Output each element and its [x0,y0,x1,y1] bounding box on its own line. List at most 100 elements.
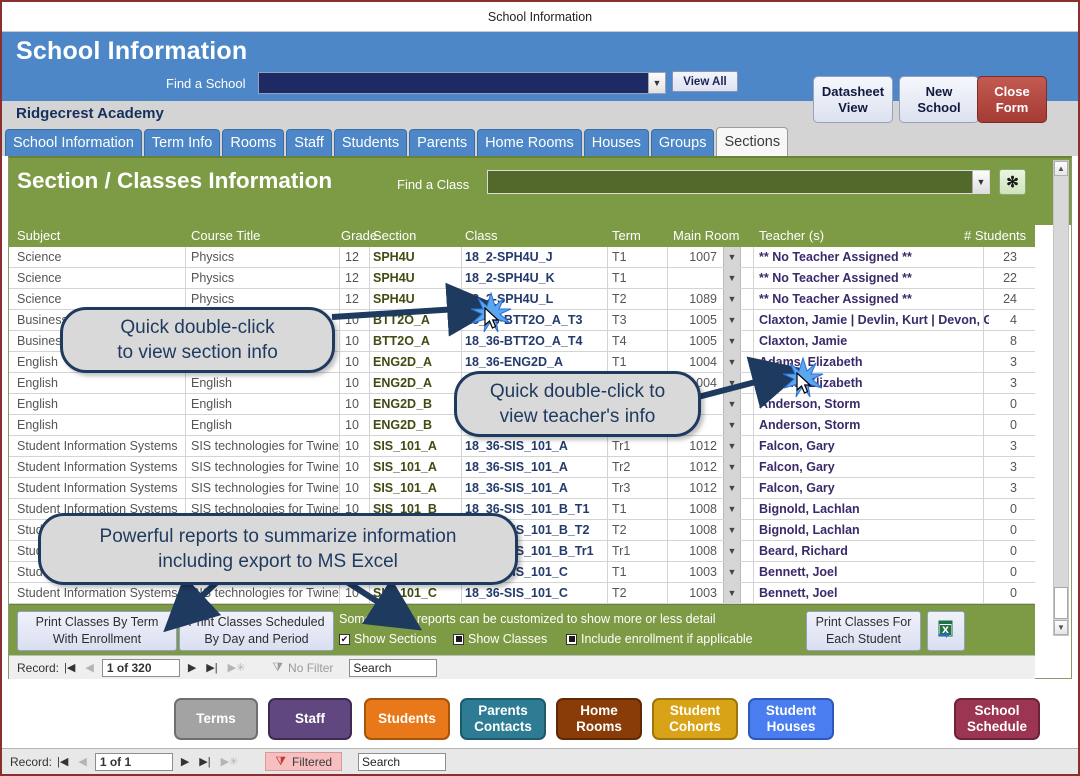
cell-term[interactable]: T2 [612,586,652,600]
cell-subject[interactable]: English [17,397,185,411]
cell-subject[interactable]: Student Information Systems [17,439,185,453]
table-row[interactable]: Science Physics 12 SPH4U 18_2-SPH4U_J T1 1007 *… [9,247,1035,268]
status-first-record-icon[interactable]: |◀ [57,755,68,768]
show-classes-checkbox-group[interactable]: Show Classes [453,632,547,646]
room-dropdown-chevron-down-icon[interactable]: ▼ [723,352,741,372]
status-next-record-icon[interactable]: ▶ [181,755,189,768]
tab-sections[interactable]: Sections [716,127,789,156]
cell-num-students[interactable]: 0 [989,586,1017,600]
status-previous-record-icon[interactable]: ◀ [78,755,86,768]
cell-section[interactable]: SIS_101_A [373,460,459,474]
nav-button-home-rooms[interactable]: Home Rooms [556,698,642,740]
cell-num-students[interactable]: 3 [989,376,1017,390]
cell-term[interactable]: Tr3 [612,481,652,495]
table-row[interactable]: Science Physics 12 SPH4U 18_2-SPH4U_K T1 ** No… [9,268,1035,289]
cell-class[interactable]: 18_2-SPH4U_J [465,250,605,264]
room-dropdown-chevron-down-icon[interactable]: ▼ [723,436,741,456]
column-header-students[interactable]: # Students [964,228,1026,243]
show-sections-checkbox-group[interactable]: Show Sections [339,632,437,646]
cell-num-students[interactable]: 3 [989,460,1017,474]
cell-main-room[interactable]: 1005 [673,313,717,327]
room-dropdown-chevron-down-icon[interactable]: ▼ [723,562,741,582]
status-search-input[interactable]: Search [358,752,447,771]
cell-grade[interactable]: 10 [345,460,369,474]
cell-grade[interactable]: 10 [345,355,369,369]
tab-parents[interactable]: Parents [409,129,476,156]
cell-teacher[interactable]: Bignold, Lachlan [759,502,989,516]
cell-num-students[interactable]: 8 [989,334,1017,348]
cell-main-room[interactable]: 1003 [673,586,717,600]
cell-subject[interactable]: Student Information Systems [17,460,185,474]
tab-home-rooms[interactable]: Home Rooms [477,129,582,156]
find-school-combobox[interactable]: ▼ [258,72,666,94]
column-header-main-room[interactable]: Main Room [673,228,739,243]
cell-subject[interactable]: Student Information Systems [17,481,185,495]
new-record-asterisk-button[interactable]: ✻ [999,169,1026,195]
cell-num-students[interactable]: 0 [989,397,1017,411]
nav-button-school-schedule[interactable]: School Schedule [954,698,1040,740]
table-row[interactable]: Student Information Systems SIS technolog… [9,478,1035,499]
scroll-down-icon[interactable]: ▼ [1054,620,1068,635]
table-vertical-scrollbar[interactable]: ▲ ▼ [1053,160,1069,636]
cell-grade[interactable]: 10 [345,397,369,411]
room-dropdown-chevron-down-icon[interactable]: ▼ [723,247,741,267]
include-enrollment-checkbox-group[interactable]: Include enrollment if applicable [566,632,753,646]
nav-button-staff[interactable]: Staff [268,698,352,740]
cell-class[interactable]: 18_36-SIS_101_C [465,586,605,600]
new-school-button[interactable]: New School [899,76,979,123]
find-class-combobox[interactable]: ▼ [487,170,990,194]
cell-course-title[interactable]: English [191,397,339,411]
scrollbar-thumb[interactable] [1054,587,1068,619]
column-header-grade[interactable]: Grade [341,228,377,243]
column-header-class[interactable]: Class [465,228,498,243]
cell-subject[interactable]: Science [17,292,185,306]
cell-term[interactable]: T4 [612,334,652,348]
cell-main-room[interactable]: 1012 [673,460,717,474]
cell-section[interactable]: ENG2D_B [373,418,459,432]
view-all-button[interactable]: View All [672,71,738,92]
cell-teacher[interactable]: Claxton, Jamie [759,334,989,348]
cell-teacher[interactable]: Bennett, Joel [759,565,989,579]
cell-subject[interactable]: Student Information Systems [17,586,185,600]
cell-course-title[interactable]: Physics [191,250,339,264]
cell-grade[interactable]: 12 [345,271,369,285]
tab-term-info[interactable]: Term Info [143,129,221,156]
cell-course-title[interactable]: Physics [191,292,339,306]
room-dropdown-chevron-down-icon[interactable]: ▼ [723,520,741,540]
cell-grade[interactable]: 10 [345,439,369,453]
status-record-position[interactable]: 1 of 1 [94,752,173,771]
cell-num-students[interactable]: 0 [989,523,1017,537]
tab-groups[interactable]: Groups [650,129,715,156]
cell-subject[interactable]: Science [17,271,185,285]
cell-course-title[interactable]: SIS technologies for Twine 2.0 [191,481,339,495]
datasheet-view-button[interactable]: Datasheet View [813,76,893,123]
cell-class[interactable]: 18_36-SIS_101_A [465,481,605,495]
cell-num-students[interactable]: 0 [989,418,1017,432]
nav-button-student-houses[interactable]: Student Houses [748,698,834,740]
room-dropdown-chevron-down-icon[interactable]: ▼ [723,331,741,351]
new-record-icon[interactable]: ▶✳ [228,661,246,674]
close-form-button[interactable]: Close Form [977,76,1047,123]
nav-button-students[interactable]: Students [364,698,450,740]
cell-num-students[interactable]: 22 [989,271,1017,285]
cell-teacher[interactable]: Bignold, Lachlan [759,523,989,537]
cell-subject[interactable]: English [17,376,185,390]
checkbox-icon[interactable] [453,633,464,645]
tab-students[interactable]: Students [333,129,408,156]
cell-term[interactable]: Tr2 [612,460,652,474]
cell-teacher[interactable]: Falcon, Gary [759,460,989,474]
cell-num-students[interactable]: 0 [989,565,1017,579]
cell-main-room[interactable]: 1003 [673,565,717,579]
last-record-icon[interactable]: ▶| [206,661,217,674]
cell-section[interactable]: SIS_101_C [373,586,459,600]
cell-section[interactable]: SPH4U [373,250,459,264]
cell-class[interactable]: 18_36-ENG2D_A [465,355,605,369]
cell-teacher[interactable]: Falcon, Gary [759,439,989,453]
cell-teacher[interactable]: ** No Teacher Assigned ** [759,250,989,264]
cell-course-title[interactable]: Physics [191,271,339,285]
cell-teacher[interactable]: Falcon, Gary [759,481,989,495]
cell-teacher[interactable]: Anderson, Storm [759,418,989,432]
cell-grade[interactable]: 10 [345,418,369,432]
cell-term[interactable]: T3 [612,313,652,327]
next-record-icon[interactable]: ▶ [188,661,196,674]
